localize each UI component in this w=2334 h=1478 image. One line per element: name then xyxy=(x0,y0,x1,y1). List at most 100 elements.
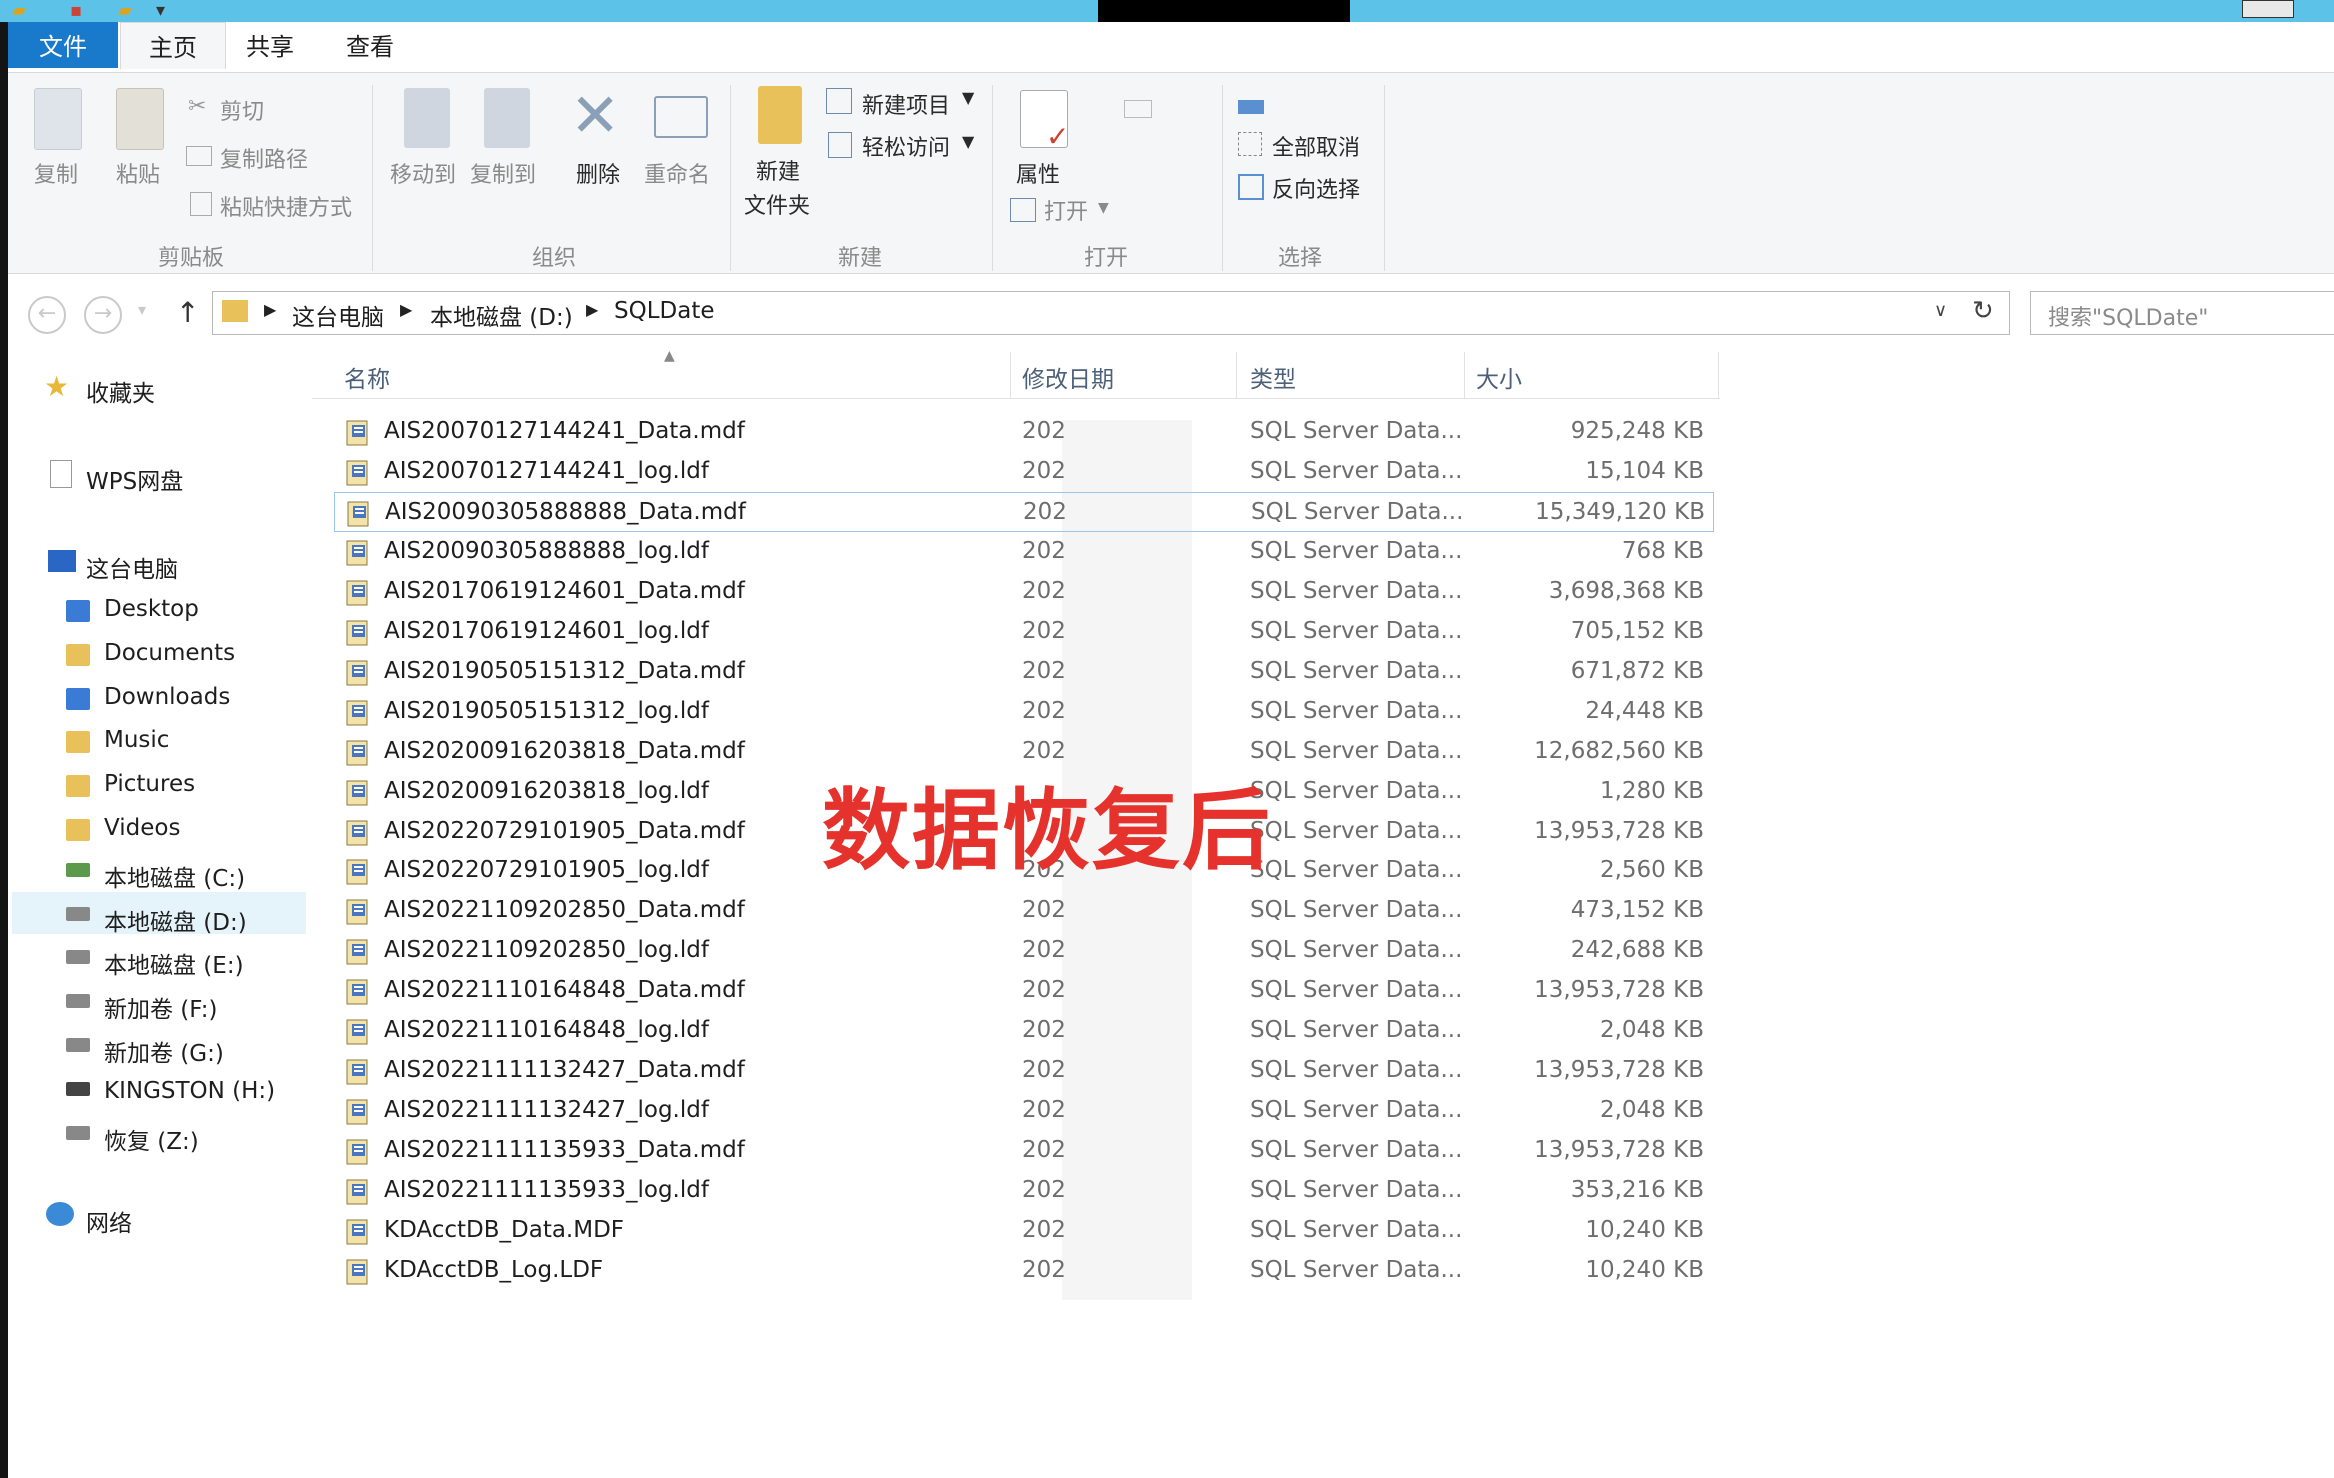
file-size: 768 KB xyxy=(1621,538,1704,564)
table-row[interactable]: AIS20221111135933_log.ldf 202 SQL Server… xyxy=(334,1171,1714,1211)
column-size[interactable]: 大小 xyxy=(1476,360,1522,394)
table-row[interactable]: AIS20221110164848_log.ldf 202 SQL Server… xyxy=(334,1011,1714,1051)
paste-button[interactable]: 粘贴 xyxy=(116,157,160,189)
forward-button[interactable]: → xyxy=(84,296,122,334)
open-icon xyxy=(1010,198,1036,222)
address-dropdown-icon[interactable]: ∨ xyxy=(1934,300,1947,321)
nav-item[interactable]: 本地磁盘 (E:) xyxy=(104,946,244,980)
quick-access-dropdown-icon[interactable]: ▾ xyxy=(156,0,165,21)
invert-selection-button[interactable]: 反向选择 xyxy=(1272,172,1360,204)
move-to-button[interactable]: 移动到 xyxy=(390,157,456,189)
tab-file[interactable]: 文件 xyxy=(8,22,118,68)
new-folder-icon[interactable]: ▰ xyxy=(118,0,132,21)
table-row[interactable]: AIS20070127144241_log.ldf 202 SQL Server… xyxy=(334,452,1714,492)
breadcrumb-separator-icon[interactable]: ▶ xyxy=(400,300,412,319)
column-type[interactable]: 类型 xyxy=(1250,360,1296,394)
table-row[interactable]: KDAcctDB_Data.MDF 202 SQL Server Data...… xyxy=(334,1211,1714,1251)
table-row[interactable]: AIS20221111135933_Data.mdf 202 SQL Serve… xyxy=(334,1131,1714,1171)
database-file-icon xyxy=(346,899,370,925)
copy-path-button[interactable]: 复制路径 xyxy=(220,142,308,174)
table-row[interactable]: AIS20221110164848_Data.mdf 202 SQL Serve… xyxy=(334,971,1714,1011)
file-name: AIS20221111135933_Data.mdf xyxy=(384,1137,745,1163)
column-separator[interactable] xyxy=(1236,352,1237,398)
nav-this-pc[interactable]: 这台电脑 xyxy=(86,550,178,584)
rename-button[interactable]: 重命名 xyxy=(644,157,710,189)
table-row[interactable]: AIS20170619124601_log.ldf 202 SQL Server… xyxy=(334,612,1714,652)
copy-icon xyxy=(34,88,82,150)
column-name[interactable]: 名称 xyxy=(344,360,390,394)
recent-locations-icon[interactable]: ▾ xyxy=(138,300,146,319)
computer-icon xyxy=(48,550,76,572)
select-none-button[interactable]: 全部取消 xyxy=(1272,130,1360,162)
chevron-down-icon[interactable]: ▼ xyxy=(962,132,974,151)
breadcrumb-this-pc[interactable]: 这台电脑 xyxy=(292,298,384,332)
tab-share[interactable]: 共享 xyxy=(218,22,322,68)
table-row[interactable]: AIS20090305888888_Data.mdf 202 SQL Serve… xyxy=(334,492,1714,532)
table-row[interactable]: AIS20190505151312_log.ldf 202 SQL Server… xyxy=(334,692,1714,732)
back-button[interactable]: ← xyxy=(28,296,66,334)
nav-network[interactable]: 网络 xyxy=(86,1204,132,1238)
breadcrumb-separator-icon[interactable]: ▶ xyxy=(264,300,276,319)
nav-item[interactable]: 新加卷 (G:) xyxy=(104,1034,224,1068)
table-row[interactable]: AIS20221109202850_Data.mdf 202 SQL Serve… xyxy=(334,891,1714,931)
database-file-icon xyxy=(346,700,370,726)
breadcrumb-sqldate[interactable]: SQLDate xyxy=(614,298,715,324)
file-size: 15,349,120 KB xyxy=(1535,499,1705,525)
breadcrumb-drive-d[interactable]: 本地磁盘 (D:) xyxy=(430,298,573,332)
chevron-down-icon[interactable]: ▼ xyxy=(962,88,974,107)
nav-item[interactable]: Downloads xyxy=(104,684,230,710)
nav-item[interactable]: Pictures xyxy=(104,771,195,797)
open-button[interactable]: 打开 xyxy=(1044,194,1088,226)
nav-wps[interactable]: WPS网盘 xyxy=(86,462,183,496)
file-date: 202 xyxy=(1022,618,1066,644)
copy-button[interactable]: 复制 xyxy=(34,157,78,189)
nav-favorites[interactable]: 收藏夹 xyxy=(86,374,155,408)
nav-item[interactable]: 本地磁盘 (C:) xyxy=(104,859,245,893)
copy-to-button[interactable]: 复制到 xyxy=(470,157,536,189)
column-separator[interactable] xyxy=(1010,352,1011,398)
chevron-down-icon[interactable]: ▼ xyxy=(1098,200,1109,216)
delete-button[interactable]: 删除 xyxy=(576,157,620,189)
cut-button[interactable]: 剪切 xyxy=(220,94,264,126)
table-row[interactable]: KDAcctDB_Log.LDF 202 SQL Server Data... … xyxy=(334,1251,1714,1291)
easy-access-icon xyxy=(828,132,852,158)
new-folder-button[interactable]: 新建 xyxy=(756,154,800,186)
column-date[interactable]: 修改日期 xyxy=(1022,360,1114,394)
copy-to-icon xyxy=(484,88,530,148)
paste-shortcut-button[interactable]: 粘贴快捷方式 xyxy=(220,190,352,222)
table-row[interactable]: AIS20221111132427_Data.mdf 202 SQL Serve… xyxy=(334,1051,1714,1091)
table-row[interactable]: AIS20221109202850_log.ldf 202 SQL Server… xyxy=(334,931,1714,971)
breadcrumb-separator-icon[interactable]: ▶ xyxy=(586,300,598,319)
table-row[interactable]: AIS20170619124601_Data.mdf 202 SQL Serve… xyxy=(334,572,1714,612)
watermark-text: 数据恢复后 xyxy=(822,779,1273,882)
nav-item[interactable]: Music xyxy=(104,727,169,753)
properties-icon[interactable]: ▪ xyxy=(70,0,82,21)
new-item-button[interactable]: 新建项目 xyxy=(862,88,950,120)
rename-icon xyxy=(654,96,708,138)
nav-item[interactable]: 新加卷 (F:) xyxy=(104,990,217,1024)
column-separator[interactable] xyxy=(1464,352,1465,398)
file-size: 2,048 KB xyxy=(1599,1097,1704,1123)
database-file-icon xyxy=(346,939,370,965)
table-row[interactable]: AIS20070127144241_Data.mdf 202 SQL Serve… xyxy=(334,412,1714,452)
properties-button[interactable]: 属性 xyxy=(1016,157,1060,189)
nav-item[interactable]: Desktop xyxy=(104,596,199,622)
nav-item[interactable]: Documents xyxy=(104,640,235,666)
minimize-button[interactable] xyxy=(2242,0,2294,18)
nav-item[interactable]: 本地磁盘 (D:) xyxy=(104,903,247,937)
tab-home[interactable]: 主页 xyxy=(120,22,226,69)
tab-view[interactable]: 查看 xyxy=(318,22,422,68)
refresh-icon[interactable]: ↻ xyxy=(1972,296,1994,326)
easy-access-button[interactable]: 轻松访问 xyxy=(862,130,950,162)
table-row[interactable]: AIS20221111132427_log.ldf 202 SQL Server… xyxy=(334,1091,1714,1131)
column-separator[interactable] xyxy=(1718,352,1719,398)
nav-item[interactable]: Videos xyxy=(104,815,180,841)
table-row[interactable]: AIS20090305888888_log.ldf 202 SQL Server… xyxy=(334,532,1714,572)
file-date: 202 xyxy=(1022,1097,1066,1123)
nav-item[interactable]: KINGSTON (H:) xyxy=(104,1078,275,1104)
file-size: 2,048 KB xyxy=(1599,1017,1704,1043)
table-row[interactable]: AIS20190505151312_Data.mdf 202 SQL Serve… xyxy=(334,652,1714,692)
up-button[interactable]: ↑ xyxy=(176,296,199,329)
nav-item[interactable]: 恢复 (Z:) xyxy=(104,1122,199,1156)
new-folder-icon xyxy=(758,86,802,144)
